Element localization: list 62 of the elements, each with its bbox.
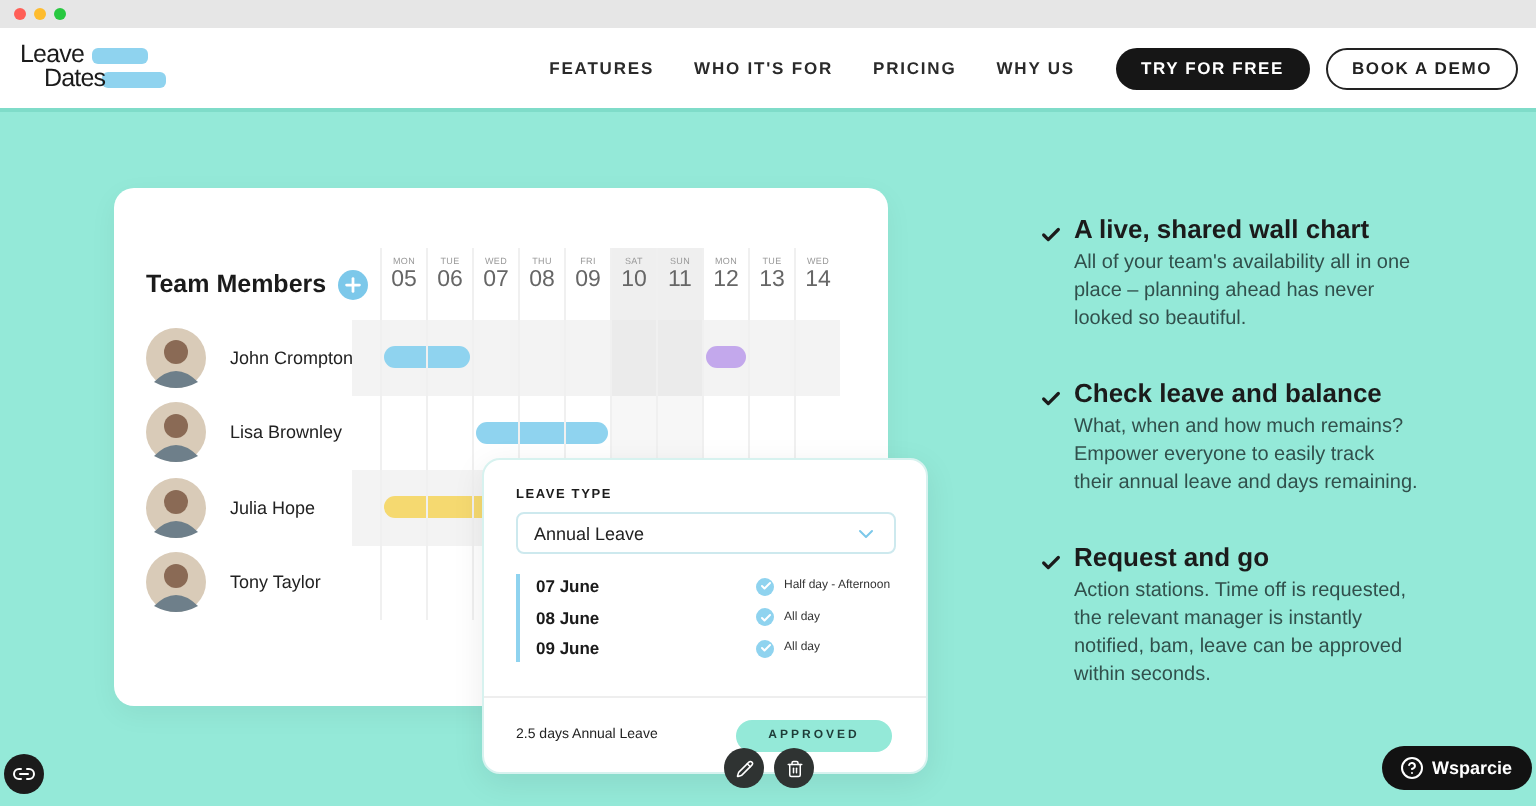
link-button[interactable]	[4, 754, 44, 794]
leave-date: 07 June	[536, 576, 602, 597]
support-button[interactable]: Wsparcie	[1381, 746, 1532, 790]
check-icon	[1040, 552, 1062, 574]
member-name: Lisa Brownley	[230, 422, 343, 443]
book-demo-button[interactable]: BOOK A DEMO	[1325, 47, 1518, 89]
leave-bar[interactable]	[384, 346, 426, 368]
help-icon	[1399, 756, 1424, 780]
leave-bar[interactable]	[384, 496, 426, 518]
day-number: 06	[437, 268, 463, 292]
pencil-icon	[735, 759, 753, 777]
day-number: 14	[805, 268, 831, 292]
day-number: 09	[575, 268, 601, 292]
nav-link[interactable]: PRICING	[873, 58, 957, 78]
day-number: 05	[391, 268, 417, 292]
leave-bar[interactable]	[566, 421, 608, 443]
link-icon	[12, 762, 36, 786]
member-name: John Crompton	[230, 347, 354, 368]
nav-link[interactable]: WHY US	[996, 58, 1075, 78]
day-number: 11	[668, 268, 692, 292]
logo-text: Leave	[20, 42, 85, 66]
feature-title: Check leave and balance	[1074, 378, 1384, 408]
logo[interactable]: Leave Dates	[20, 42, 168, 94]
day-number: 10	[621, 268, 647, 292]
leave-bar[interactable]	[428, 346, 470, 368]
try-for-free-button[interactable]: TRY FOR FREE	[1115, 47, 1310, 89]
check-icon	[1040, 388, 1062, 410]
avatar	[146, 552, 206, 613]
feature-text: Action stations. Time off is requested, the relevant manager is instantly notified, bam, leave can be approved within seconds.	[1074, 578, 1409, 690]
check-icon	[1040, 224, 1062, 246]
nav-link[interactable]: FEATURES	[549, 58, 655, 78]
feature-title: A live, shared wall chart	[1074, 214, 1372, 244]
team-members-title: Team Members	[146, 270, 327, 298]
avatar	[146, 477, 206, 538]
trash-icon	[785, 759, 803, 777]
check-icon	[756, 639, 774, 658]
avatar	[146, 327, 206, 388]
feature-text: What, when and how much remains? Empower everyone to easily track their annual leave and days remaining.	[1074, 414, 1418, 498]
day-number: 12	[713, 268, 739, 292]
add-member-button[interactable]	[338, 269, 369, 299]
member-name: Julia Hope	[230, 497, 316, 518]
logo-text: Dates	[44, 66, 106, 90]
member-name: Tony Taylor	[230, 572, 321, 593]
feature-title: Request and go	[1074, 542, 1272, 572]
check-icon	[756, 577, 774, 596]
day-number: 08	[529, 268, 555, 292]
leave-type-select[interactable]: Annual Leave	[516, 512, 896, 554]
feature-text: All of your team's availability all in one place – planning ahead has never looked so beautiful.	[1074, 250, 1413, 334]
leave-date: 09 June	[536, 638, 602, 659]
leave-date: 08 June	[536, 607, 602, 628]
edit-button[interactable]	[724, 748, 764, 788]
avatar	[146, 402, 206, 463]
check-icon	[756, 608, 774, 627]
leave-bar[interactable]	[706, 346, 746, 368]
day-number: 07	[483, 268, 509, 292]
plus-icon	[342, 273, 365, 295]
leave-bar[interactable]	[428, 496, 472, 518]
leave-bar[interactable]	[476, 421, 518, 443]
nav-link[interactable]: WHO IT'S FOR	[694, 58, 834, 78]
leave-bar[interactable]	[520, 421, 564, 443]
delete-button[interactable]	[774, 748, 814, 788]
day-number: 13	[759, 268, 785, 292]
